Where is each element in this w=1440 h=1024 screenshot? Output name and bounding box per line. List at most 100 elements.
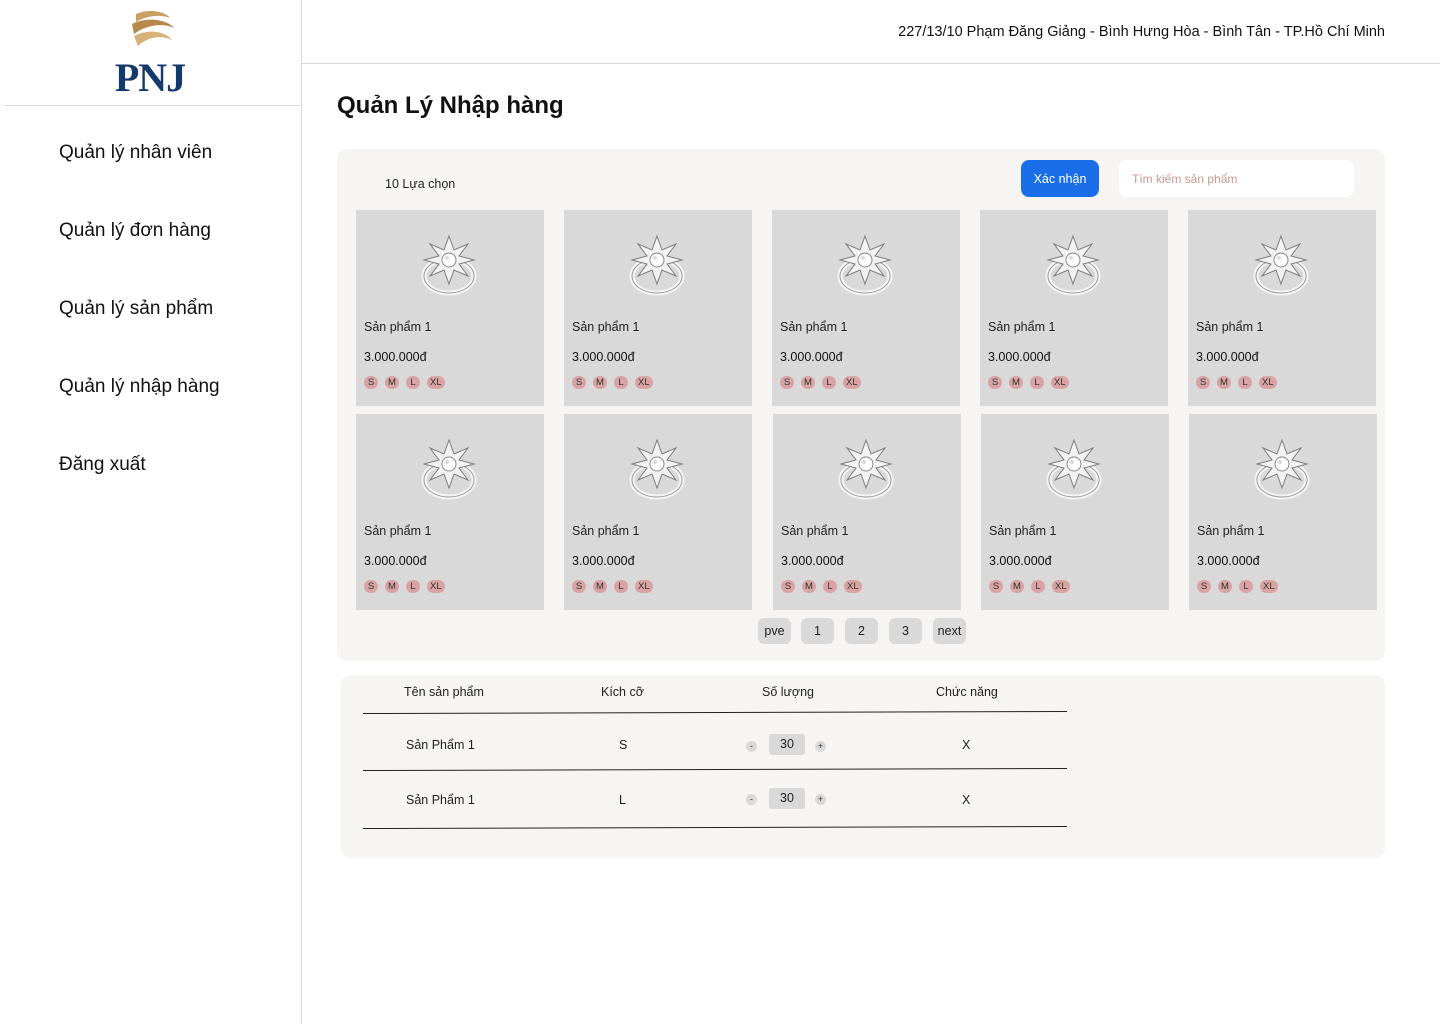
- product-price: 3.000.000đ: [780, 350, 843, 364]
- row-product-name: Sản Phẩm 1: [406, 793, 475, 807]
- size-chip[interactable]: S: [572, 376, 586, 389]
- size-chip[interactable]: S: [1196, 376, 1210, 389]
- pagination-prev-button[interactable]: pve: [758, 618, 791, 644]
- size-chip[interactable]: S: [781, 580, 795, 593]
- row-divider: [362, 826, 1067, 829]
- size-chip[interactable]: XL: [427, 580, 445, 593]
- size-chip[interactable]: XL: [1051, 376, 1069, 389]
- product-price: 3.000.000đ: [364, 554, 427, 568]
- product-card[interactable]: Sản phẩm 1 3.000.000đ S M L XL: [564, 210, 752, 406]
- size-chip[interactable]: M: [1010, 580, 1024, 593]
- sidebar-item-employees[interactable]: Quản lý nhân viên: [59, 140, 220, 218]
- confirm-button[interactable]: Xác nhận: [1021, 160, 1099, 197]
- increase-quantity-button[interactable]: +: [815, 794, 826, 805]
- size-chip[interactable]: S: [988, 376, 1002, 389]
- product-card[interactable]: Sản phẩm 1 3.000.000đ S M L XL: [1189, 414, 1377, 610]
- size-options: S M L XL: [780, 376, 861, 389]
- import-order-table: Tên sản phẩm Kích cỡ Số lượng Chức năng …: [341, 675, 1385, 858]
- size-chip[interactable]: S: [572, 580, 586, 593]
- diamond-ring-icon: [1248, 230, 1314, 300]
- size-chip[interactable]: S: [989, 580, 1003, 593]
- size-chip[interactable]: S: [780, 376, 794, 389]
- product-name: Sản phẩm 1: [572, 320, 640, 334]
- diamond-ring-icon: [1040, 230, 1106, 300]
- product-price: 3.000.000đ: [1196, 350, 1259, 364]
- product-card[interactable]: Sản phẩm 1 3.000.000đ S M L XL: [773, 414, 961, 610]
- pagination-page-3[interactable]: 3: [889, 618, 922, 644]
- store-address: 227/13/10 Phạm Đăng Giảng - Bình Hưng Hò…: [898, 24, 1385, 40]
- diamond-ring-icon: [1249, 434, 1315, 504]
- size-chip[interactable]: L: [1030, 376, 1044, 389]
- sidebar-item-logout[interactable]: Đăng xuất: [59, 452, 220, 530]
- top-header: 227/13/10 Phạm Đăng Giảng - Bình Hưng Hò…: [302, 0, 1440, 64]
- product-card[interactable]: Sản phẩm 1 3.000.000đ S M L XL: [356, 210, 544, 406]
- size-chip[interactable]: L: [406, 376, 420, 389]
- size-chip[interactable]: L: [406, 580, 420, 593]
- size-chip[interactable]: L: [1031, 580, 1045, 593]
- size-options: S M L XL: [1197, 580, 1278, 593]
- search-input[interactable]: [1119, 160, 1354, 197]
- product-card[interactable]: Sản phẩm 1 3.000.000đ S M L XL: [1188, 210, 1376, 406]
- diamond-ring-icon: [416, 230, 482, 300]
- product-card[interactable]: Sản phẩm 1 3.000.000đ S M L XL: [980, 210, 1168, 406]
- product-card[interactable]: Sản phẩm 1 3.000.000đ S M L XL: [356, 414, 544, 610]
- size-chip[interactable]: XL: [635, 580, 653, 593]
- product-card[interactable]: Sản phẩm 1 3.000.000đ S M L XL: [772, 210, 960, 406]
- size-chip[interactable]: M: [1009, 376, 1023, 389]
- sidebar: PNJ Quản lý nhân viên Quản lý đơn hàng Q…: [0, 0, 302, 1024]
- size-chip[interactable]: XL: [844, 580, 862, 593]
- size-chip[interactable]: M: [1217, 376, 1231, 389]
- product-price: 3.000.000đ: [989, 554, 1052, 568]
- product-name: Sản phẩm 1: [364, 524, 432, 538]
- decrease-quantity-button[interactable]: -: [746, 741, 757, 752]
- size-chip[interactable]: S: [1197, 580, 1211, 593]
- remove-row-button[interactable]: X: [962, 738, 970, 752]
- pagination-page-2[interactable]: 2: [845, 618, 878, 644]
- column-header-size: Kích cỡ: [601, 685, 644, 699]
- size-options: S M L XL: [1196, 376, 1277, 389]
- diamond-ring-icon: [624, 230, 690, 300]
- remove-row-button[interactable]: X: [962, 793, 970, 807]
- size-chip[interactable]: L: [614, 580, 628, 593]
- quantity-value[interactable]: 30: [769, 788, 805, 809]
- size-options: S M L XL: [572, 580, 653, 593]
- size-chip[interactable]: M: [385, 376, 399, 389]
- size-chip[interactable]: M: [801, 376, 815, 389]
- size-chip[interactable]: M: [593, 580, 607, 593]
- size-chip[interactable]: M: [1218, 580, 1232, 593]
- size-chip[interactable]: L: [614, 376, 628, 389]
- size-chip[interactable]: L: [1239, 580, 1253, 593]
- decrease-quantity-button[interactable]: -: [746, 794, 757, 805]
- size-chip[interactable]: XL: [635, 376, 653, 389]
- product-name: Sản phẩm 1: [364, 320, 432, 334]
- size-chip[interactable]: L: [823, 580, 837, 593]
- diamond-ring-icon: [624, 434, 690, 504]
- brand-logo[interactable]: PNJ: [112, 8, 188, 100]
- size-chip[interactable]: L: [822, 376, 836, 389]
- product-price: 3.000.000đ: [572, 350, 635, 364]
- column-header-action: Chức năng: [936, 685, 998, 699]
- sidebar-item-products[interactable]: Quản lý sản phẩm: [59, 296, 220, 374]
- size-chip[interactable]: M: [385, 580, 399, 593]
- size-chip[interactable]: M: [593, 376, 607, 389]
- size-chip[interactable]: M: [802, 580, 816, 593]
- product-name: Sản phẩm 1: [1197, 524, 1265, 538]
- quantity-value[interactable]: 30: [769, 734, 805, 755]
- size-chip[interactable]: XL: [427, 376, 445, 389]
- size-chip[interactable]: S: [364, 580, 378, 593]
- size-chip[interactable]: L: [1238, 376, 1252, 389]
- increase-quantity-button[interactable]: +: [815, 741, 826, 752]
- product-card[interactable]: Sản phẩm 1 3.000.000đ S M L XL: [981, 414, 1169, 610]
- size-chip[interactable]: S: [364, 376, 378, 389]
- size-chip[interactable]: XL: [843, 376, 861, 389]
- pagination-page-1[interactable]: 1: [801, 618, 834, 644]
- product-name: Sản phẩm 1: [988, 320, 1056, 334]
- size-chip[interactable]: XL: [1259, 376, 1277, 389]
- size-chip[interactable]: XL: [1260, 580, 1278, 593]
- sidebar-item-orders[interactable]: Quản lý đơn hàng: [59, 218, 220, 296]
- pagination-next-button[interactable]: next: [933, 618, 966, 644]
- size-options: S M L XL: [781, 580, 862, 593]
- product-card[interactable]: Sản phẩm 1 3.000.000đ S M L XL: [564, 414, 752, 610]
- size-chip[interactable]: XL: [1052, 580, 1070, 593]
- sidebar-item-imports[interactable]: Quản lý nhập hàng: [59, 374, 220, 452]
